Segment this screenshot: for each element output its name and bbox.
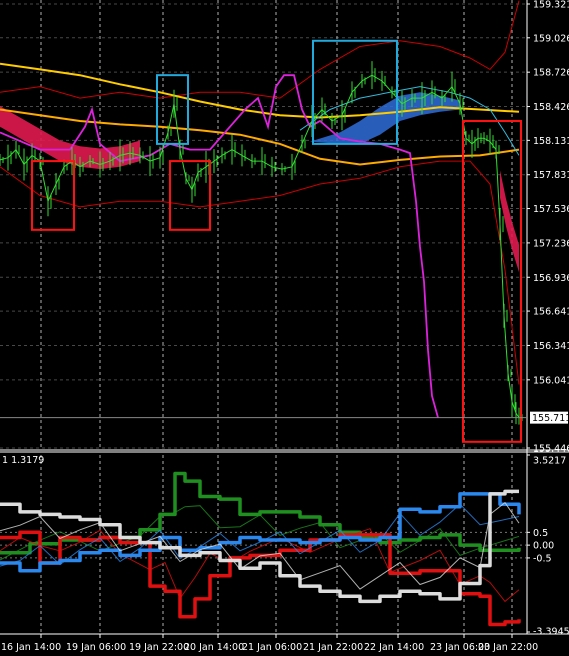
- y-tick-label: 156.936: [533, 273, 569, 284]
- chart-canvas: 159.321 159.026 158.726 158.426 158.131 157.8…: [0, 0, 569, 653]
- y-tick-label: 156.641: [533, 307, 569, 318]
- y-tick-label: 159.026: [533, 33, 569, 44]
- y-tick-label: 158.426: [533, 102, 569, 113]
- y-tick-label: 158.726: [533, 68, 569, 79]
- x-axis: 16 Jan 14:00 19 Jan 06:00 19 Jan 22:0020 J…: [1, 634, 538, 653]
- x-tick-label: 16 Jan 14:00: [1, 642, 61, 653]
- x-tick-label: 23 Jan 22:00: [478, 642, 538, 653]
- x-tick-label: 22 Jan 14:00: [364, 642, 424, 653]
- y-tick-label: 156.341: [533, 341, 569, 352]
- indicator-y-tick-label: 0.00: [533, 541, 554, 552]
- y-tick-label: 155.446: [533, 444, 569, 455]
- y-tick-label: 159.321: [533, 0, 569, 11]
- y-tick-label: 157.236: [533, 238, 569, 249]
- series-band-lower: [0, 160, 520, 385]
- series-band-upper: [0, 0, 520, 99]
- indicator-y-tick-label: -3.3945: [533, 627, 569, 638]
- series-price: [0, 74, 520, 418]
- x-tick-label: 21 Jan 22:00: [303, 642, 363, 653]
- indicator-label: 1 1.3179: [2, 455, 44, 466]
- x-tick-label: 20 Jan 14:00: [184, 642, 244, 653]
- indicator-y-axis: 3.5217 0.5 0.00-0.5 -3.3945: [527, 454, 569, 638]
- highlight-box: [31, 160, 75, 231]
- y-tick-label: 156.041: [533, 375, 569, 386]
- x-tick-label: 21 Jan 06:00: [242, 642, 302, 653]
- indicator-plot: [0, 471, 521, 627]
- highlight-box: [169, 160, 211, 231]
- indicator-y-tick-label: -0.5: [533, 553, 552, 564]
- y-tick-label: 157.831: [533, 170, 569, 181]
- indicator-y-tick-label: 0.5: [533, 528, 548, 539]
- x-tick-label: 19 Jan 06:00: [66, 642, 126, 653]
- main-y-axis: 159.321 159.026 158.726 158.426 158.131 157.8…: [527, 0, 569, 455]
- main-plot: [0, 0, 527, 443]
- indicator-grid: [0, 455, 569, 635]
- y-tick-label: 158.131: [533, 136, 569, 147]
- y-tick-label: 157.536: [533, 204, 569, 215]
- current-price-label: 155.711: [532, 413, 569, 424]
- x-tick-label: 19 Jan 22:00: [129, 642, 189, 653]
- indicator-y-tick-label: 3.5217: [533, 456, 566, 467]
- indicator-series-red: [0, 530, 521, 627]
